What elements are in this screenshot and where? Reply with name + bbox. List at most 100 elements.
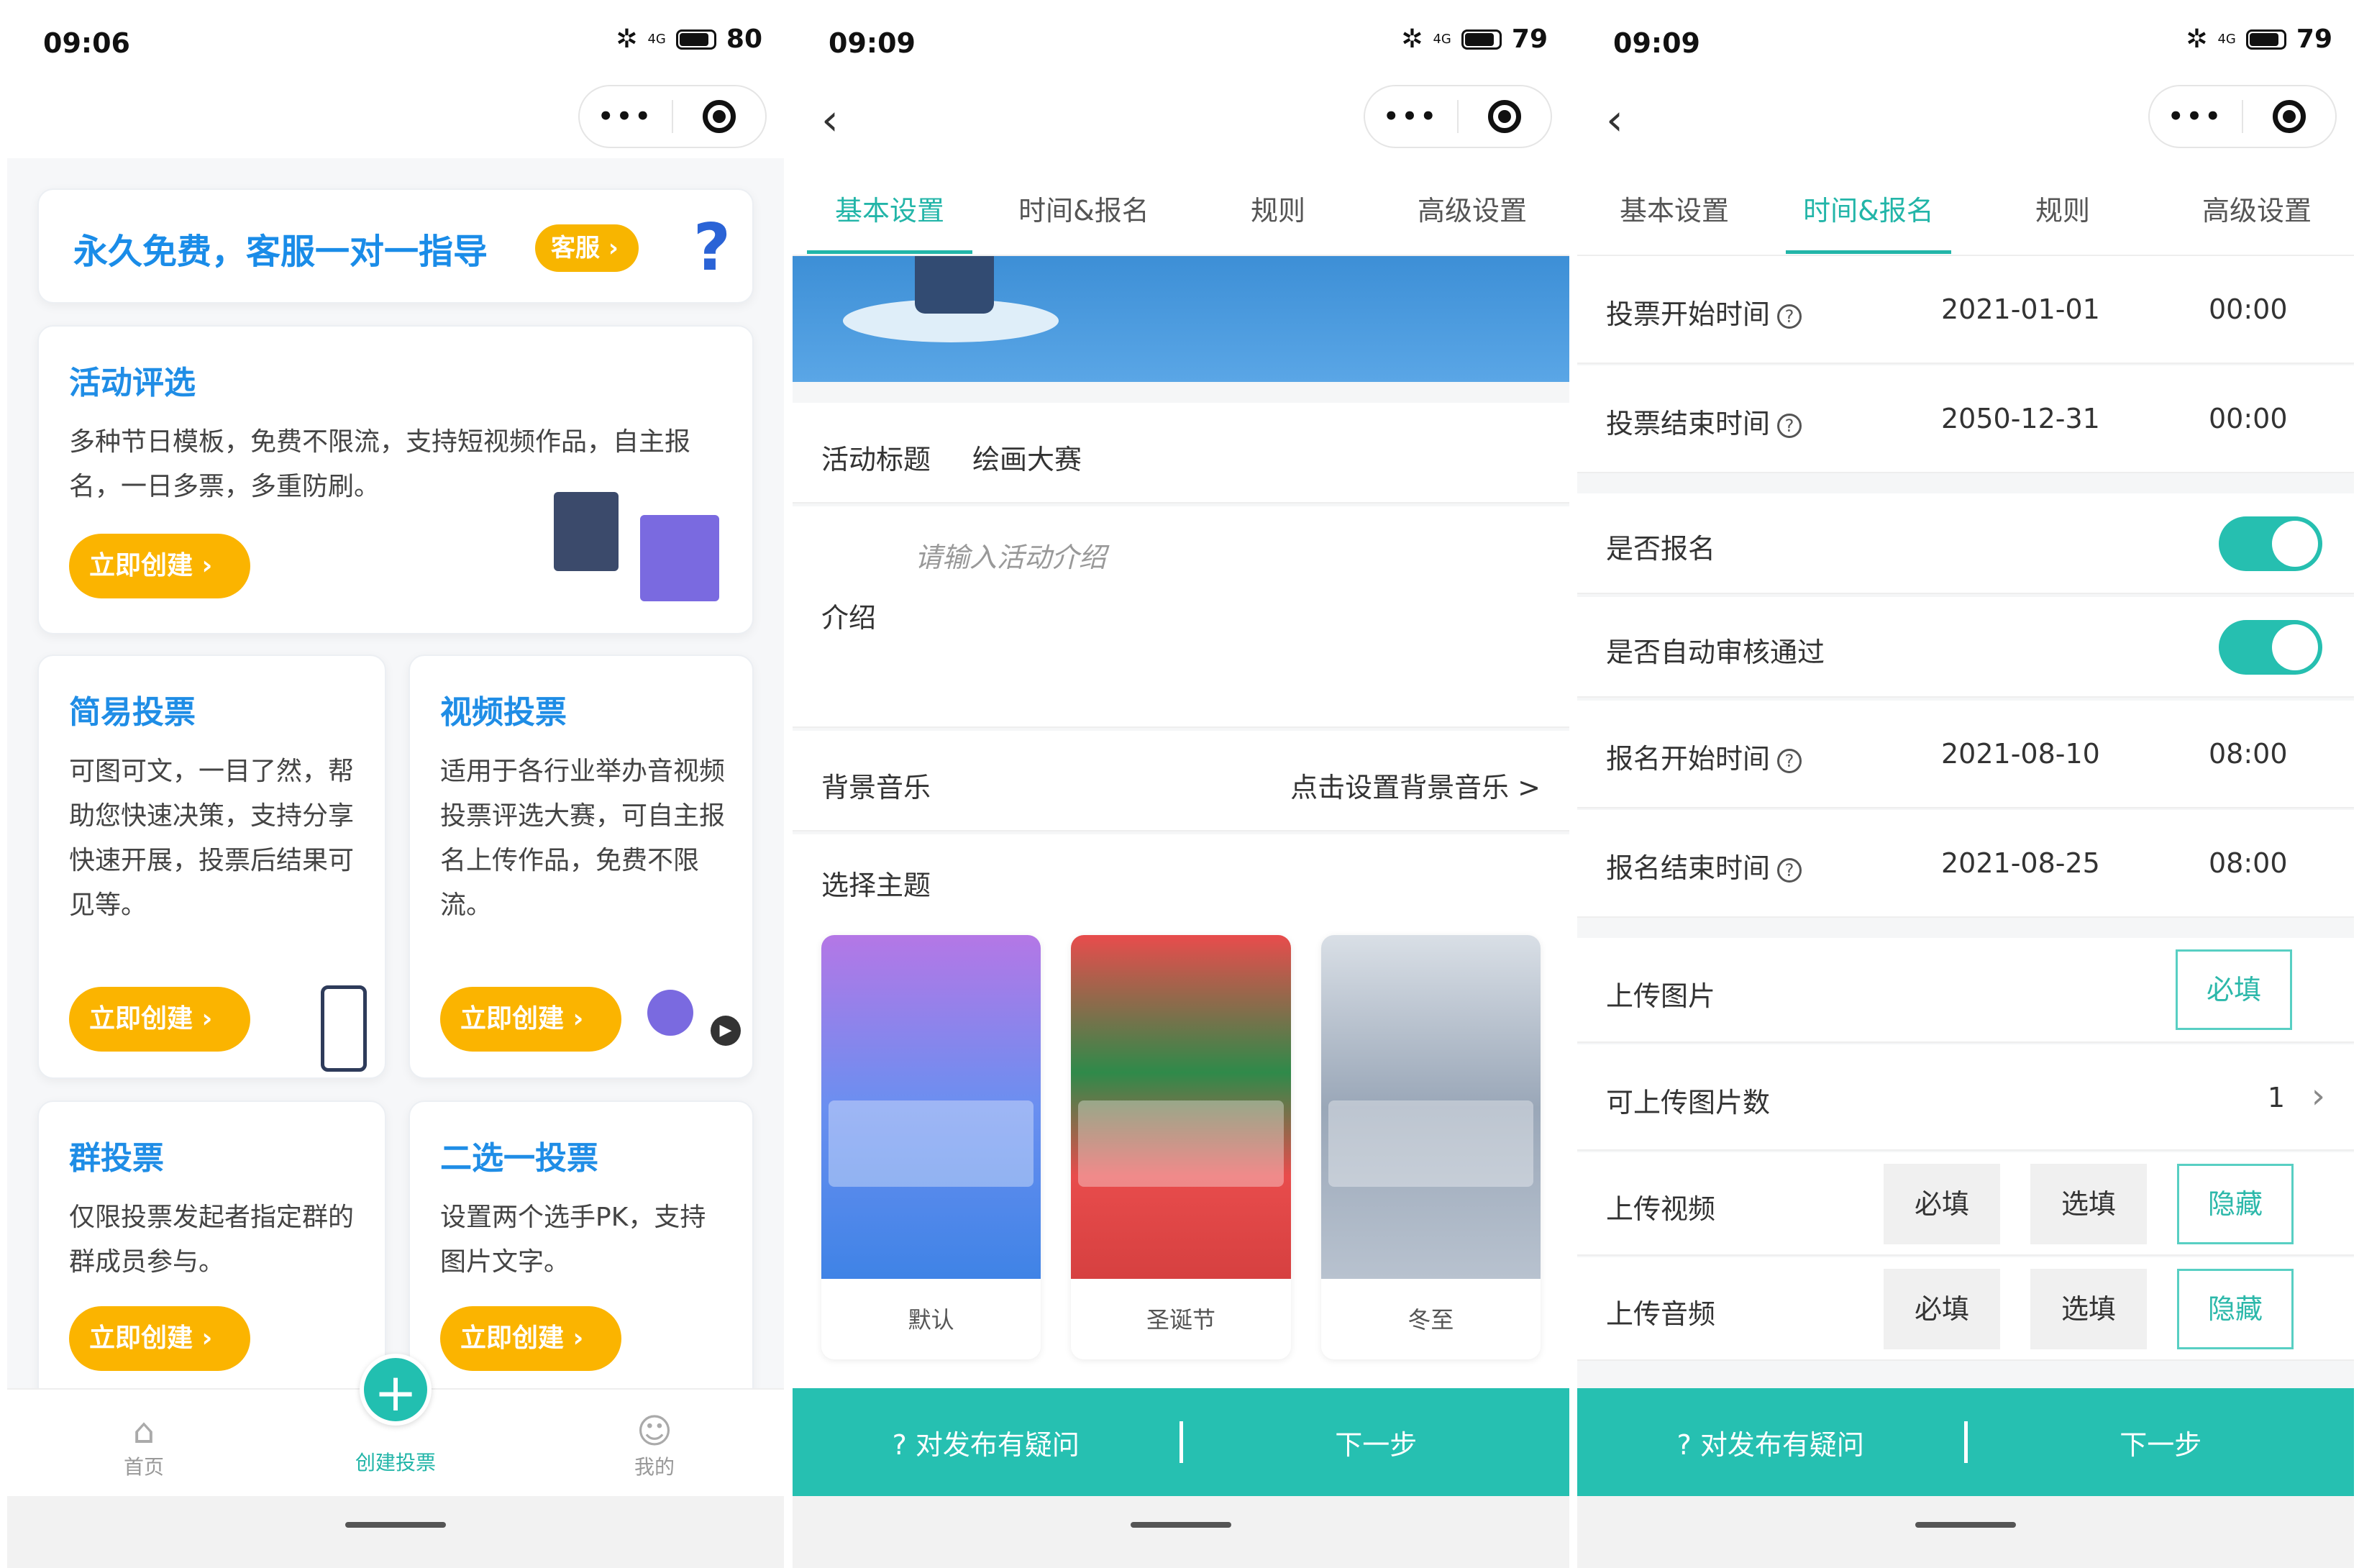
intro-textarea[interactable]: 请输入活动介绍 xyxy=(915,535,1106,575)
upload-video-label: 上传视频 xyxy=(1606,1193,1716,1225)
battery-level: 80 xyxy=(726,24,762,54)
tab-rules[interactable]: 规则 xyxy=(1966,188,2160,228)
signup-end-date[interactable]: 2021-08-25 xyxy=(1941,847,2100,879)
card-activity-selection: 活动评选 多种节日模板，免费不限流，支持短视频作品，自主报名，一日多票，多重防刷… xyxy=(37,325,754,634)
phone-time-signup-settings: 09:09 ✲ 4G 79 ‹ ••• 基本设置 时间&报名 规则 高级设置 投… xyxy=(1577,0,2354,1568)
status-time: 09:09 xyxy=(829,27,916,59)
vote-end-date[interactable]: 2050-12-31 xyxy=(1941,403,2100,434)
tab-home[interactable]: ⌂ 首页 xyxy=(65,1411,223,1480)
support-banner[interactable]: 永久免费，客服一对一指导 客服 › ? xyxy=(37,188,754,304)
create-button[interactable]: 立即创建 › xyxy=(69,987,250,1052)
close-target-icon[interactable] xyxy=(2243,100,2335,133)
card-group-vote: 群投票 仅限投票发起者指定群的群成员参与。 立即创建 › xyxy=(37,1100,386,1403)
theme-card-default[interactable]: 默认 xyxy=(821,935,1041,1359)
audio-optional-option[interactable]: 选填 xyxy=(2030,1269,2147,1349)
auto-approve-row: 是否自动审核通过 xyxy=(1577,597,2354,698)
upload-audio-row: 上传音频 必填 选填 隐藏 xyxy=(1577,1257,2354,1361)
question-illustration-icon: ? xyxy=(693,210,731,286)
home-indicator[interactable] xyxy=(1915,1522,2016,1528)
theme-card-winter-solstice[interactable]: 冬至 xyxy=(1320,935,1541,1359)
person-illustration-icon xyxy=(554,492,619,571)
customer-service-button[interactable]: 客服 › xyxy=(535,224,639,272)
cover-image[interactable] xyxy=(793,256,1569,382)
help-icon[interactable]: ? xyxy=(1777,857,1802,883)
vote-start-time[interactable]: 00:00 xyxy=(2209,293,2288,325)
upload-audio-label: 上传音频 xyxy=(1606,1298,1716,1330)
tab-mine[interactable]: ☺ 我的 xyxy=(575,1411,734,1480)
more-icon[interactable]: ••• xyxy=(2150,102,2242,131)
tab-time-signup[interactable]: 时间&报名 xyxy=(987,188,1181,228)
card-simple-vote: 简易投票 可图可文，一目了然，帮助您快速决策，支持分享快速开展，投票后结果可见等… xyxy=(37,655,386,1079)
footer-actions: ? 对发布有疑问 下一步 xyxy=(1577,1388,2354,1496)
signup-start-row[interactable]: 报名开始时间? 2021-08-10 08:00 xyxy=(1577,701,2354,808)
nav-bar: ••• xyxy=(7,79,784,158)
theme-name: 默认 xyxy=(908,1306,954,1334)
vote-end-time[interactable]: 00:00 xyxy=(2209,403,2288,434)
battery-level: 79 xyxy=(2296,24,2332,54)
presenter-illustration-icon xyxy=(640,515,719,601)
music-set-link[interactable]: 点击设置背景音乐 > xyxy=(1290,765,1541,805)
signup-enabled-toggle[interactable] xyxy=(2219,516,2322,571)
close-target-icon[interactable] xyxy=(1459,100,1551,133)
create-button[interactable]: 立即创建 › xyxy=(69,1306,250,1371)
theme-name: 冬至 xyxy=(1407,1306,1454,1334)
back-arrow-icon[interactable]: ‹ xyxy=(821,95,839,145)
user-icon: ☺ xyxy=(636,1411,673,1451)
help-icon[interactable]: ? xyxy=(1777,413,1802,438)
tab-create-vote[interactable]: 创建投票 xyxy=(316,1447,475,1476)
video-hidden-option[interactable]: 隐藏 xyxy=(2177,1164,2294,1244)
image-count-value[interactable]: 1 xyxy=(2268,1082,2285,1113)
signup-start-time[interactable]: 08:00 xyxy=(2209,738,2288,770)
create-button[interactable]: 立即创建 › xyxy=(440,1306,621,1371)
vote-start-row[interactable]: 投票开始时间? 2021-01-01 00:00 xyxy=(1577,256,2354,364)
audio-required-option[interactable]: 必填 xyxy=(1884,1269,2000,1349)
vote-start-date[interactable]: 2021-01-01 xyxy=(1941,293,2100,325)
create-button[interactable]: 立即创建 › xyxy=(440,987,621,1052)
intro-row: 介绍 请输入活动介绍 xyxy=(793,506,1569,728)
home-indicator[interactable] xyxy=(1131,1522,1231,1528)
auto-approve-label: 是否自动审核通过 xyxy=(1606,637,1825,668)
more-icon[interactable]: ••• xyxy=(1365,102,1457,131)
tab-basic-settings[interactable]: 基本设置 xyxy=(793,188,987,254)
video-required-option[interactable]: 必填 xyxy=(1884,1164,2000,1244)
upload-image-required-option[interactable]: 必填 xyxy=(2176,949,2292,1030)
music-label: 背景音乐 xyxy=(821,772,931,803)
tab-time-signup[interactable]: 时间&报名 xyxy=(1771,188,1966,254)
next-step-button[interactable]: 下一步 xyxy=(1968,1423,2355,1462)
signup-start-date[interactable]: 2021-08-10 xyxy=(1941,738,2100,770)
signup-end-row[interactable]: 报名结束时间? 2021-08-25 08:00 xyxy=(1577,810,2354,918)
help-icon[interactable]: ? xyxy=(1777,748,1802,773)
theme-card-christmas[interactable]: 圣诞节 xyxy=(1071,935,1291,1359)
signup-enabled-label: 是否报名 xyxy=(1606,533,1716,565)
signup-end-time[interactable]: 08:00 xyxy=(2209,847,2288,879)
nav-bar: ‹ ••• xyxy=(793,79,1569,158)
image-count-row[interactable]: 可上传图片数 1 › xyxy=(1577,1044,2354,1151)
title-input[interactable]: 绘画大赛 xyxy=(972,437,1082,477)
audio-hidden-option[interactable]: 隐藏 xyxy=(2177,1269,2294,1349)
network-label: 4G xyxy=(647,32,666,47)
help-icon[interactable]: ? xyxy=(1777,304,1802,329)
publish-question-button[interactable]: ? 对发布有疑问 xyxy=(793,1423,1180,1462)
signup-enabled-row: 是否报名 xyxy=(1577,493,2354,594)
tab-basic-settings[interactable]: 基本设置 xyxy=(1577,188,1771,228)
home-indicator[interactable] xyxy=(345,1522,446,1528)
create-plus-button[interactable]: + xyxy=(360,1354,432,1426)
intro-label: 介绍 xyxy=(821,602,877,634)
music-row[interactable]: 背景音乐 点击设置背景音乐 > xyxy=(793,731,1569,831)
vote-end-row[interactable]: 投票结束时间? 2050-12-31 00:00 xyxy=(1577,365,2354,473)
tab-advanced[interactable]: 高级设置 xyxy=(1375,188,1569,228)
phone-basic-settings: 09:09 ✲ 4G 79 ‹ ••• 基本设置 时间&报名 规则 高级设置 活… xyxy=(793,0,1569,1568)
tab-rules[interactable]: 规则 xyxy=(1181,188,1375,228)
wifi-icon: ✲ xyxy=(2186,24,2208,54)
video-optional-option[interactable]: 选填 xyxy=(2030,1164,2147,1244)
create-button[interactable]: 立即创建 › xyxy=(69,534,250,598)
more-icon[interactable]: ••• xyxy=(580,102,672,131)
close-target-icon[interactable] xyxy=(673,100,765,133)
signup-start-label: 报名开始时间? xyxy=(1606,737,1802,776)
back-arrow-icon[interactable]: ‹ xyxy=(1606,95,1623,145)
next-step-button[interactable]: 下一步 xyxy=(1183,1423,1570,1462)
theme-name: 圣诞节 xyxy=(1146,1306,1215,1334)
tab-advanced[interactable]: 高级设置 xyxy=(2160,188,2354,228)
publish-question-button[interactable]: ? 对发布有疑问 xyxy=(1577,1423,1964,1462)
auto-approve-toggle[interactable] xyxy=(2219,620,2322,675)
